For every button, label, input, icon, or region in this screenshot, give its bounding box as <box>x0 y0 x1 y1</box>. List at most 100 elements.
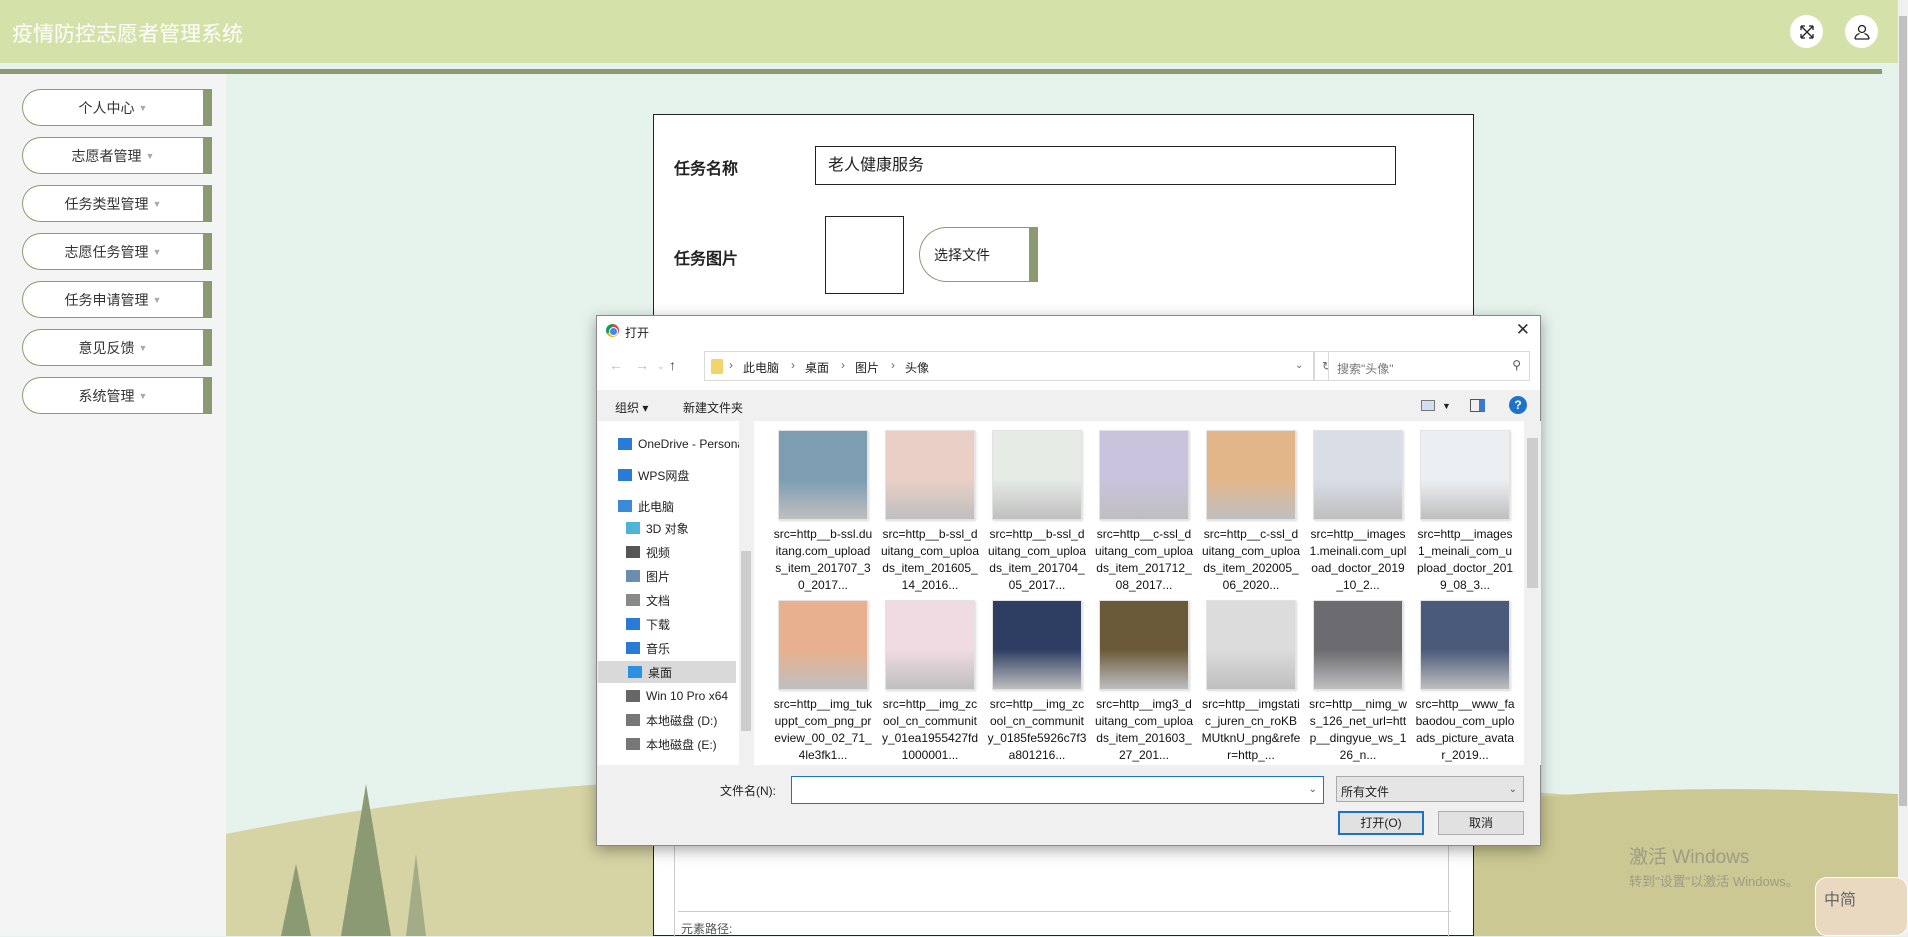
nav-item-drive[interactable]: 本地磁盘 (E:) <box>626 733 717 755</box>
nav-item-pictures[interactable]: 图片 <box>626 565 670 587</box>
nav-item-videos[interactable]: 视频 <box>626 541 670 563</box>
fullscreen-button[interactable] <box>1790 15 1823 48</box>
nav-item-music[interactable]: 音乐 <box>626 637 670 659</box>
back-icon[interactable]: ← <box>609 357 623 373</box>
nav-item-drive[interactable]: Win 10 Pro x64 <box>626 685 728 707</box>
chevron-down-icon[interactable]: ⌄ <box>1295 360 1303 371</box>
caret-down-icon: ▼ <box>145 150 155 161</box>
file-thumbnail <box>885 430 975 520</box>
file-item[interactable]: src=http__imgstatic_juren_cn_roKBMUtknU_… <box>1201 600 1301 764</box>
folder-icon <box>711 359 723 374</box>
breadcrumb-item[interactable]: 桌面 <box>805 359 829 376</box>
sidebar: 个人中心 ▼ 志愿者管理 ▼ 任务类型管理 ▼ 志愿任务管理 ▼ 任务申请管理 ▼ 意见反… <box>0 74 226 936</box>
file-name: src=http__c-ssl_duitang_com_uploads_item… <box>1094 527 1194 592</box>
view-options-icon[interactable] <box>1421 400 1435 411</box>
view-dropdown-icon[interactable]: ▼ <box>1442 401 1451 411</box>
file-name: src=http__img_zcool_cn_community_01ea195… <box>881 697 979 762</box>
organize-button[interactable]: 组织 ▾ <box>615 399 648 416</box>
file-name: src=http__images1.meinali.com_upload_doc… <box>1309 527 1407 592</box>
navigation-pane: OneDrive - Personal WPS网盘此电脑 3D 对象视频图片文档下载… <box>598 421 753 765</box>
drive-icon <box>626 690 640 702</box>
nav-item-label: 3D 对象 <box>646 521 689 536</box>
file-item[interactable]: src=http__images1_meinali_com_upload_doc… <box>1415 430 1515 594</box>
caret-down-icon: ▼ <box>152 198 162 209</box>
close-icon[interactable]: ✕ <box>1516 320 1530 340</box>
up-icon[interactable]: ↑ <box>669 357 676 373</box>
nav-item-label: 视频 <box>646 545 671 560</box>
page-scrollbar[interactable] <box>1898 0 1908 936</box>
this-pc-icon <box>618 500 632 512</box>
file-item[interactable]: src=http__img_zcool_cn_community_0185fe5… <box>987 600 1087 764</box>
sidebar-item-system-management[interactable]: 系统管理 ▼ <box>22 377 212 414</box>
sidebar-item-personal-center[interactable]: 个人中心 ▼ <box>22 89 212 126</box>
breadcrumb-item[interactable]: 此电脑 <box>743 359 779 376</box>
user-button[interactable] <box>1845 15 1878 48</box>
filename-input[interactable]: ⌄ <box>791 776 1324 804</box>
sidebar-item-volunteer-task-management[interactable]: 志愿任务管理 ▼ <box>22 233 212 270</box>
file-item[interactable]: src=http__img_zcool_cn_community_01ea195… <box>880 600 980 764</box>
nav-item-label: 文档 <box>646 593 671 608</box>
windows-activation-watermark: 激活 Windows 转到"设置"以激活 Windows。 <box>1629 842 1799 890</box>
search-input[interactable]: 搜索"头像" ⚲ <box>1328 351 1530 381</box>
file-thumbnail <box>778 430 868 520</box>
file-name: src=http__b-ssl.duitang.com_uploads_item… <box>773 527 873 592</box>
caret-down-icon: ▼ <box>152 246 162 257</box>
nav-item-downloads[interactable]: 下载 <box>626 613 670 635</box>
nav-item-this-pc[interactable]: 此电脑 <box>618 495 674 517</box>
filename-label: 文件名(N): <box>720 784 776 798</box>
choose-file-button[interactable]: 选择文件 <box>919 227 1038 282</box>
chevron-down-icon: ⌄ <box>1508 784 1517 795</box>
breadcrumb-item[interactable]: 图片 <box>855 359 879 376</box>
file-name: src=http__b-ssl_duitang_com_uploads_item… <box>880 527 980 592</box>
rich-text-editor[interactable]: 元素路径: <box>674 845 1451 937</box>
file-item[interactable]: src=http__img_tukuppt_com_png_preview_00… <box>773 600 873 764</box>
open-button[interactable]: 打开(O) <box>1338 811 1424 835</box>
file-item[interactable]: src=http__www_fabaodou_com_uploads_pictu… <box>1415 600 1515 764</box>
sidebar-item-volunteer-management[interactable]: 志愿者管理 ▼ <box>22 137 212 174</box>
nav-item-onedrive[interactable]: OneDrive - Personal <box>618 433 747 455</box>
forward-icon[interactable]: → <box>635 357 649 373</box>
sidebar-item-feedback[interactable]: 意见反馈 ▼ <box>22 329 212 366</box>
chevron-down-icon[interactable]: ⌄ <box>1309 784 1317 795</box>
file-grid-scrollbar[interactable] <box>1524 421 1541 765</box>
sidebar-item-label: 系统管理 <box>78 387 135 404</box>
nav-pane-scrollbar[interactable] <box>739 421 753 765</box>
nav-item-drive[interactable]: 本地磁盘 (D:) <box>626 709 717 731</box>
file-name: src=http__www_fabaodou_com_uploads_pictu… <box>1415 697 1515 762</box>
cancel-button[interactable]: 取消 <box>1438 811 1524 835</box>
file-item[interactable]: src=http__images1.meinali.com_upload_doc… <box>1308 430 1408 594</box>
task-name-input[interactable]: 老人健康服务 <box>815 146 1396 185</box>
nav-item-label: 下载 <box>646 617 671 632</box>
sidebar-item-label: 志愿任务管理 <box>64 243 149 260</box>
file-item[interactable]: src=http__c-ssl_duitang_com_uploads_item… <box>1094 430 1194 594</box>
recent-dropdown-icon[interactable]: ⌄ <box>657 361 665 372</box>
file-thumbnail <box>1206 600 1296 690</box>
file-item[interactable]: src=http__c-ssl_duitang_com_uploads_item… <box>1201 430 1301 594</box>
file-item[interactable]: src=http__b-ssl.duitang.com_uploads_item… <box>773 430 873 594</box>
breadcrumb-item[interactable]: 头像 <box>905 359 929 376</box>
file-item[interactable]: src=http__img3_duitang_com_uploads_item_… <box>1094 600 1194 764</box>
sidebar-item-task-application-management[interactable]: 任务申请管理 ▼ <box>22 281 212 318</box>
pictures-icon <box>626 570 640 582</box>
caret-down-icon: ▼ <box>138 342 148 353</box>
address-bar[interactable]: › 此电脑 › 桌面 › 图片 › 头像 ⌄ <box>704 351 1314 381</box>
file-item[interactable]: src=http__b-ssl_duitang_com_uploads_item… <box>880 430 980 594</box>
file-type-select[interactable]: 所有文件 ⌄ <box>1336 776 1524 802</box>
file-thumbnail <box>1313 430 1403 520</box>
ime-indicator[interactable]: 中简 <box>1815 877 1908 936</box>
user-icon <box>1853 24 1870 40</box>
preview-pane-icon[interactable] <box>1470 399 1485 412</box>
file-item[interactable]: src=http__nimg_ws_126_net_url=http__ding… <box>1308 600 1408 764</box>
nav-item-desktop[interactable]: 桌面 <box>598 661 736 683</box>
music-icon <box>626 642 640 654</box>
element-path: 元素路径: <box>678 911 1451 937</box>
new-folder-button[interactable]: 新建文件夹 <box>683 399 743 416</box>
help-icon[interactable]: ? <box>1509 396 1527 414</box>
file-item[interactable]: src=http__b-ssl_duitang_com_uploads_item… <box>987 430 1087 594</box>
nav-item-3d-objects[interactable]: 3D 对象 <box>626 517 689 539</box>
file-name: src=http__b-ssl_duitang_com_uploads_item… <box>987 527 1087 592</box>
nav-item-wps-cloud[interactable]: WPS网盘 <box>618 464 689 486</box>
fullscreen-icon <box>1799 24 1814 39</box>
nav-item-documents[interactable]: 文档 <box>626 589 670 611</box>
sidebar-item-task-type-management[interactable]: 任务类型管理 ▼ <box>22 185 212 222</box>
